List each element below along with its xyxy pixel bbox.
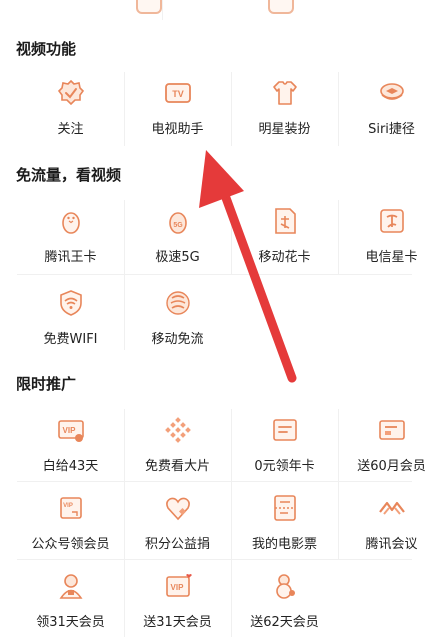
layers-icon: [379, 83, 404, 100]
grid-item-label: 关注: [57, 122, 84, 137]
svg-text:VIP: VIP: [63, 503, 73, 509]
tv-icon: TV: [164, 83, 191, 103]
grid-item-label: 移动花卡: [258, 250, 311, 265]
mobile-logo-icon: [165, 291, 190, 315]
grid-item-send-62-day-member[interactable]: 送62天会员: [231, 559, 338, 637]
vip-card-icon: VIP: [57, 420, 84, 442]
grid-item-siri-shortcut[interactable]: Siri捷径: [338, 66, 429, 148]
diamond-grid-icon: [164, 417, 191, 443]
film-ticket-icon: [273, 495, 296, 521]
grid-item-label: 腾讯王卡: [44, 250, 97, 265]
grid-item-my-movie-tickets[interactable]: 我的电影票: [231, 481, 338, 563]
flower-card-icon: [274, 208, 296, 234]
penguin-5g-icon: 5G: [168, 212, 187, 234]
divider: [162, 0, 163, 20]
grid-item-label: 电视助手: [151, 122, 204, 137]
partial-icon-2: [268, 0, 294, 14]
penguin-card-icon: [61, 212, 80, 234]
gourd-icon: [275, 574, 295, 599]
check-badge-icon: [57, 79, 84, 106]
meeting-logo-icon: [378, 501, 405, 515]
grid-item-label: 积分公益捐: [144, 537, 210, 552]
grid-item-label: 腾讯会议: [365, 537, 418, 552]
grid-item-mobile-free-flow[interactable]: 移动免流: [124, 276, 231, 358]
grid-item-points-charity[interactable]: 积分公益捐: [124, 481, 231, 563]
section-title-video-features: 视频功能: [16, 40, 77, 58]
grid-item-label: 公众号领会员: [31, 537, 110, 552]
grid-item-label: 免费看大片: [144, 459, 210, 474]
grid-item-label: 免费WIFI: [43, 332, 98, 347]
grid-item-free-movies[interactable]: 免费看大片: [124, 403, 231, 485]
telecom-card-icon: [379, 209, 404, 233]
top-strip-partial: [0, 0, 429, 22]
grid-item-free-wifi[interactable]: 免费WIFI: [17, 276, 124, 358]
svg-text:VIP: VIP: [170, 583, 184, 592]
ticket-card-icon: [378, 420, 405, 440]
grid-item-label: 极速5G: [155, 250, 200, 265]
grid-item-label: 明星装扮: [258, 122, 311, 137]
svg-text:5G: 5G: [173, 222, 183, 229]
grid-item-label: 移动免流: [151, 332, 204, 347]
section-title-free-data: 免流量，看视频: [16, 166, 122, 184]
heart-icon: [165, 497, 190, 521]
grid-item-label: 送31天会员: [143, 615, 212, 630]
grid-item-telecom-star-card[interactable]: 电信星卡: [338, 194, 429, 276]
grid-item-60-month-member[interactable]: 送60月会员: [338, 403, 429, 485]
wifi-shield-icon: [59, 290, 82, 316]
grid-item-5g[interactable]: 5G 极速5G: [124, 194, 231, 276]
grid-item-zero-yuan-annual-card[interactable]: 0元领年卡: [231, 403, 338, 485]
grid-item-31-day-member[interactable]: 领31天会员: [17, 559, 124, 637]
grid-item-label: 白给43天: [42, 459, 99, 474]
grid-item-label: 送62天会员: [250, 615, 319, 630]
grid-item-label: 电信星卡: [365, 250, 418, 265]
grid-item-label: 我的电影票: [251, 537, 317, 552]
grid-item-label: Siri捷径: [368, 122, 415, 137]
vip-membership-icon: VIP: [59, 497, 82, 519]
video-features-grid: 关注 TV 电视助手 明星装扮 Siri捷径: [0, 66, 429, 148]
svg-text:TV: TV: [172, 89, 184, 99]
grid-item-tencent-card[interactable]: 腾讯王卡: [17, 194, 124, 276]
grid-item-follow[interactable]: 关注: [17, 66, 124, 148]
free-data-grid: 腾讯王卡 5G 极速5G 移动花卡 电信星卡 免费WIFI 移动免流: [0, 194, 429, 358]
grid-item-label: 送60月会员: [357, 459, 426, 474]
grid-item-label: 领31天会员: [36, 615, 105, 630]
grid-item-star-outfit[interactable]: 明星装扮: [231, 66, 338, 148]
vip-heart-icon: VIP: [165, 574, 192, 597]
grid-item-free-43-days[interactable]: VIP 白给43天: [17, 403, 124, 485]
gift-person-icon: [59, 574, 82, 599]
grid-item-tencent-meeting[interactable]: 腾讯会议: [338, 481, 429, 563]
grid-item-mobile-flower-card[interactable]: 移动花卡: [231, 194, 338, 276]
grid-item-label: 0元领年卡: [254, 459, 315, 474]
svg-text:VIP: VIP: [62, 426, 76, 435]
grid-item-wechat-member[interactable]: VIP 公众号领会员: [17, 481, 124, 563]
card-icon: [272, 419, 297, 441]
limited-promo-grid: VIP 白给43天 免费看大片 0元领年卡 送60月会员 VIP 公众号领会员 …: [0, 403, 429, 637]
partial-icon-1: [136, 0, 162, 14]
shirt-icon: [272, 81, 297, 105]
grid-item-send-31-day-member[interactable]: VIP 送31天会员: [124, 559, 231, 637]
section-title-limited-promo: 限时推广: [16, 375, 77, 393]
grid-item-tv-assistant[interactable]: TV 电视助手: [124, 66, 231, 148]
